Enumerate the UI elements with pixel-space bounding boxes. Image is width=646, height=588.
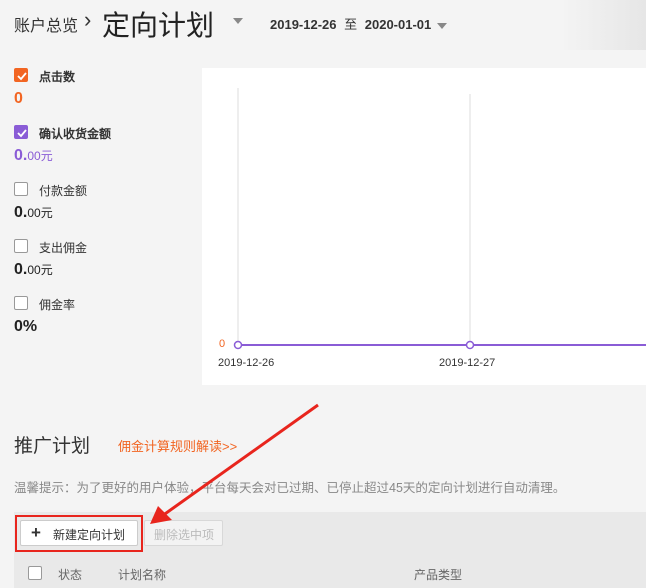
metric-payment-amount-unit: 00元 [27, 206, 53, 220]
metric-commission-spent-label: 支出佣金 [39, 241, 88, 255]
metric-confirmed-amount-int: 0. [14, 147, 28, 164]
metric-confirmed-amount-unit: 00元 [27, 149, 53, 163]
highlight-box [15, 515, 143, 552]
date-dropdown-caret-icon [436, 22, 447, 29]
metric-commission-spent-checkbox[interactable] [14, 239, 28, 253]
breadcrumb-account-overview[interactable]: 账户总览 [14, 12, 78, 36]
metric-payment-amount-checkbox[interactable] [14, 182, 28, 196]
metric-commission-spent-value: 0.00元 [14, 261, 53, 279]
metric-payment-amount-label: 付款金额 [39, 184, 88, 198]
metric-commission-rate-value: 0% [14, 318, 38, 335]
page-header: 账户总览 › 定向计划 2019-12-26 至 2020-01-01 [0, 0, 646, 50]
metric-clicks-label: 点击数 [39, 70, 76, 84]
date-start: 2019-12-26 [270, 17, 337, 32]
cleanup-tip: 温馨提示：为了更好的用户体验，平台每天会对已过期、已停止超过45天的定向计划进行… [14, 481, 566, 495]
chart-point-2 [465, 340, 475, 350]
commission-rules-link[interactable]: 佣金计算规则解读>> [118, 436, 237, 455]
chart-point-1 [233, 340, 243, 350]
plan-table-header: 状态 计划名称 产品类型 [14, 560, 646, 588]
header-shade [560, 0, 646, 50]
metric-clicks-value: 0 [14, 90, 23, 107]
metric-commission-rate-checkbox[interactable] [14, 296, 28, 310]
check-icon [17, 129, 27, 138]
metric-confirmed-amount-value: 0.00元 [14, 147, 53, 165]
column-status: 状态 [58, 568, 83, 582]
metric-commission-spent-unit: 00元 [27, 263, 53, 277]
trend-chart-svg: 0 2019-12-26 2019-12-27 [218, 88, 646, 369]
page-title[interactable]: 定向计划 [102, 4, 214, 44]
date-range-picker[interactable]: 2019-12-26 至 2020-01-01 [270, 14, 447, 33]
delete-selected-button[interactable]: 删除选中项 [144, 520, 223, 546]
chart-x-tick-1: 2019-12-26 [218, 357, 274, 369]
chart-x-tick-2: 2019-12-27 [439, 357, 495, 369]
metric-confirmed-amount-checkbox[interactable] [14, 125, 28, 139]
date-separator: 至 [344, 17, 358, 32]
breadcrumb-separator: › [84, 7, 92, 32]
metric-confirmed-amount-label: 确认收货金额 [39, 127, 112, 141]
check-icon [17, 72, 27, 81]
metric-payment-amount-value: 0.00元 [14, 204, 53, 222]
column-product-type: 产品类型 [414, 568, 463, 582]
select-all-checkbox[interactable] [28, 566, 42, 580]
trend-chart: 0 2019-12-26 2019-12-27 [202, 68, 646, 385]
metric-payment-amount-int: 0. [14, 204, 28, 221]
column-plan-name: 计划名称 [118, 568, 167, 582]
title-dropdown-caret-icon[interactable] [233, 18, 243, 24]
chart-y-tick-0: 0 [219, 338, 225, 350]
date-end: 2020-01-01 [364, 17, 432, 32]
section-title-promotion: 推广计划 [14, 436, 91, 457]
metric-commission-rate-label: 佣金率 [39, 298, 76, 312]
delete-selected-button-label: 删除选中项 [154, 528, 215, 542]
metric-clicks-checkbox[interactable] [14, 68, 28, 82]
metric-commission-spent-int: 0. [14, 261, 28, 278]
